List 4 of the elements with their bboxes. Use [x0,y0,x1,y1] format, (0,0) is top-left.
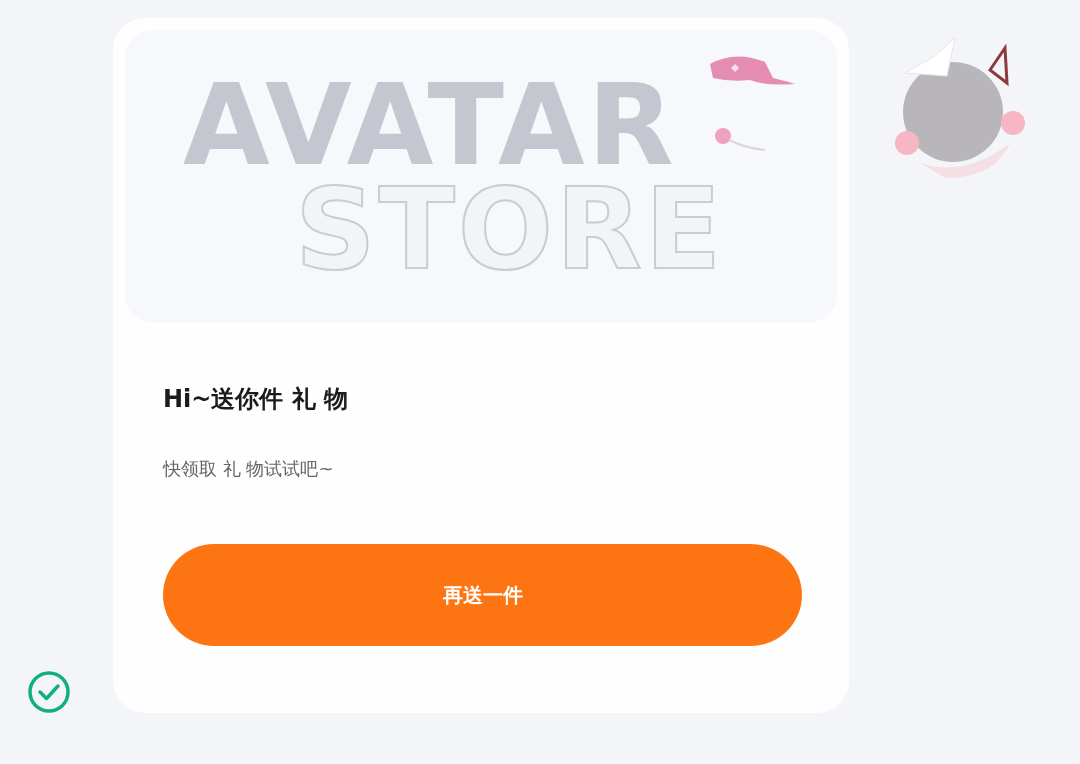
gift-subtitle: 快领取 礼 物试试吧~ [163,457,335,481]
gift-title: Hi~送你件 礼 物 [163,384,350,415]
check-circle-icon [26,670,71,714]
send-again-button[interactable]: 再送一件 [163,544,802,646]
